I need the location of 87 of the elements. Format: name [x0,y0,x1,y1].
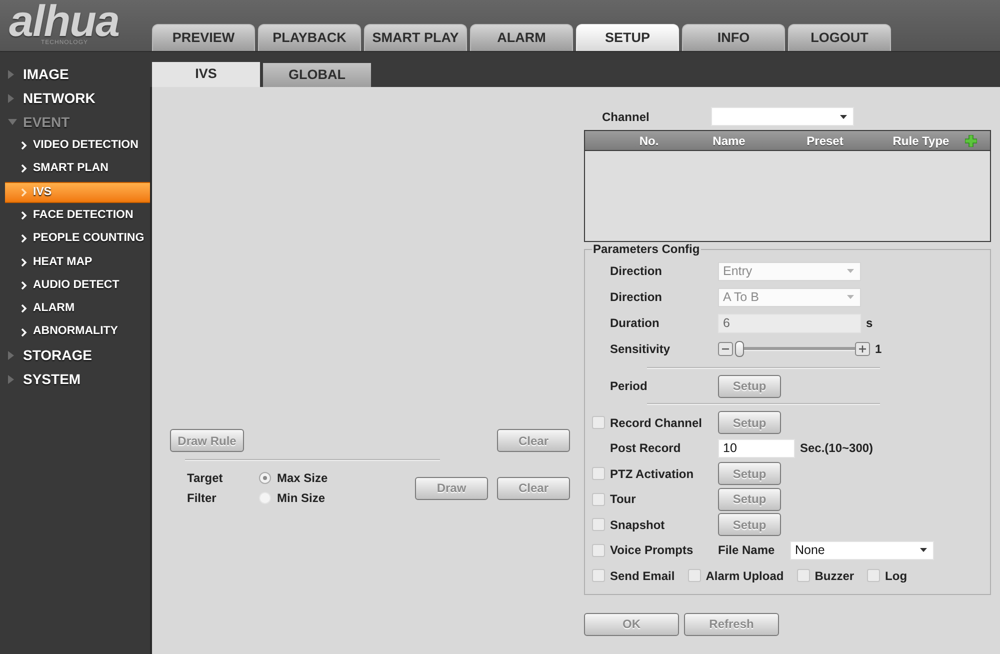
sidebar-subitem[interactable]: ABNORMALITY [5,322,150,343]
filter-label: Target [187,470,224,487]
checkbox[interactable] [592,569,605,582]
chevron-right-icon [21,164,27,174]
nav-tab[interactable]: LOGOUT [788,24,891,51]
filter-label: Filter [187,490,218,507]
chevron-right-icon [21,234,27,244]
checkbox-label: Log [885,568,908,585]
dropdown[interactable]: None [790,540,934,560]
field-label: Period [610,378,648,395]
plus-icon[interactable] [855,342,870,356]
checkbox-label: Buzzer [814,568,854,585]
field-label: Sensitivity [610,341,672,358]
chevron-right-icon [21,188,27,197]
chevron-right-icon [21,280,27,290]
text-field[interactable]: 10 [718,438,795,458]
field-label: Post Record [610,440,682,458]
minus-icon[interactable] [718,342,733,356]
field-label: Voice Prompts [610,542,694,560]
dropdown[interactable] [711,107,854,126]
column-header: Name [712,132,746,150]
nav-tab[interactable]: PLAYBACK [258,24,361,51]
caret-icon [840,114,847,118]
field-label: File Name [718,542,776,560]
triangle-right-icon [8,70,14,78]
checkbox[interactable] [688,569,701,582]
nav-tab[interactable]: ALARM [470,24,573,51]
chevron-right-icon [21,304,27,314]
column-header: Preset [806,132,844,150]
sidebar-subitem[interactable]: AUDIO DETECT [5,274,150,296]
column-header: Rule Type [892,132,950,150]
nav-tab[interactable]: INFO [682,24,785,51]
checkbox[interactable] [592,518,605,532]
field-label: Direction [610,289,664,306]
sidebar-subitem[interactable]: HEAT MAP [5,252,150,273]
checkbox[interactable] [592,544,605,557]
checkbox-label: Alarm Upload [706,568,784,585]
triangle-right-icon [8,351,14,360]
field-label: Tour [610,491,637,508]
checkbox[interactable] [796,569,810,582]
sidebar-item[interactable]: SYSTEM [0,368,150,392]
sidebar-subitem[interactable]: ALARM [5,298,150,320]
unit-label: Sec.(10~300) [800,440,874,458]
sidebar-item[interactable]: NETWORK [0,86,150,110]
nav-tab[interactable]: PREVIEW [152,24,255,51]
sidebar-subitem[interactable]: FACE DETECTION [5,205,150,226]
nav-tab[interactable]: SETUP [576,24,679,51]
triangle-down-icon [8,119,17,125]
field-label: Record Channel [610,414,704,432]
caret-icon [847,269,854,273]
field-label: PTZ Activation [610,466,695,483]
triangle-right-icon [8,94,14,102]
nav-tab[interactable]: SMART PLAY [364,24,467,51]
chevron-right-icon [21,211,27,220]
caret-icon [847,295,854,299]
field-label: Duration [610,315,660,332]
slider-value: 1 [875,341,882,358]
sub-tab[interactable]: IVS [152,62,260,87]
section-title: Parameters Config [592,241,701,258]
caret-icon [920,548,927,552]
radio-button[interactable] [259,472,271,484]
checkbox[interactable] [592,492,605,506]
radio-label: Max Size [277,470,328,487]
checkbox[interactable] [867,569,880,582]
channel-label: Channel [602,108,650,126]
radio-label: Min Size [277,490,326,507]
field-label: Direction [610,263,664,280]
triangle-right-icon [8,375,14,384]
checkbox[interactable] [592,416,605,430]
chevron-right-icon [21,328,27,337]
sidebar-subitem[interactable]: PEOPLE COUNTING [5,228,150,250]
checkbox[interactable] [592,467,605,480]
logo-wordmark: alhua [9,5,119,39]
chevron-right-icon [21,141,27,150]
sub-tab[interactable]: GLOBAL [263,63,371,87]
chevron-right-icon [21,258,27,267]
slider-thumb[interactable] [735,341,744,357]
sidebar-item[interactable]: IMAGE [0,62,150,86]
sidebar-subitem[interactable]: VIDEO DETECTION [5,135,150,156]
add-icon[interactable] [965,134,977,146]
sidebar-subitem[interactable]: SMART PLAN [5,158,150,180]
column-header: No. [638,132,660,150]
field-label: Snapshot [610,516,666,534]
checkbox-label: Send Email [610,568,675,585]
unit-label: s [866,315,873,332]
sidebar-item[interactable]: EVENT [0,110,150,134]
sidebar-item[interactable]: STORAGE [0,344,150,368]
